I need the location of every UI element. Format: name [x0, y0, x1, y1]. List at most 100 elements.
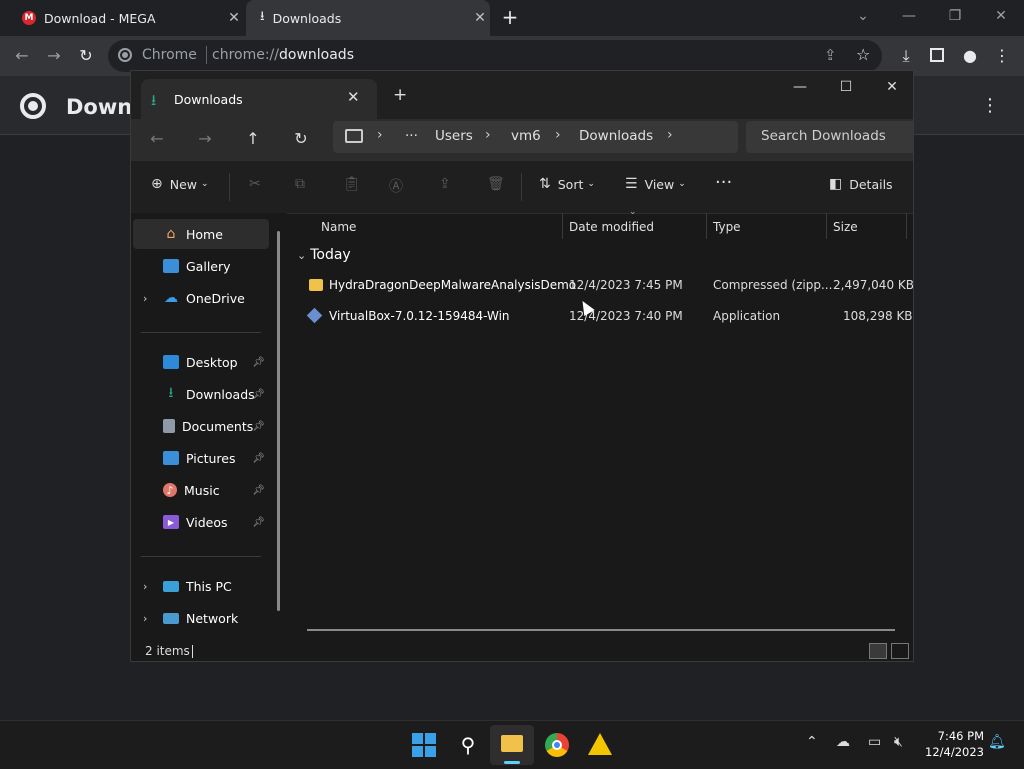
group-header-today[interactable]: ⌄ Today: [297, 247, 351, 263]
chevron-right-icon[interactable]: ›: [555, 127, 561, 143]
divider: [141, 556, 261, 557]
nav-item-onedrive[interactable]: › ☁ OneDrive: [133, 283, 269, 313]
file-size: 2,497,040 KB: [833, 278, 914, 292]
new-tab-button[interactable]: +: [498, 6, 522, 30]
new-tab-button[interactable]: +: [393, 85, 407, 105]
file-explorer-taskbar-button[interactable]: [490, 725, 534, 765]
reload-button[interactable]: ↻: [74, 44, 98, 68]
new-button[interactable]: ⊕ New ⌄: [151, 176, 209, 192]
cut-button[interactable]: ✂: [249, 176, 268, 192]
breadcrumb-downloads[interactable]: Downloads: [579, 128, 653, 144]
warning-app-icon[interactable]: [588, 733, 612, 757]
share-icon[interactable]: ⇪: [824, 46, 837, 64]
paste-button[interactable]: 📋︎: [343, 176, 368, 192]
up-button[interactable]: ↑: [241, 129, 265, 148]
breadcrumb-vm6[interactable]: vm6: [511, 128, 541, 144]
status-bar: 2 items: [131, 641, 913, 661]
nav-item-videos[interactable]: ▶ Videos 📌︎: [133, 507, 269, 537]
minimize-button[interactable]: —: [894, 4, 924, 28]
nav-item-this-pc[interactable]: › This PC: [133, 571, 269, 601]
explorer-tab-downloads[interactable]: ⭳ Downloads ✕: [141, 79, 377, 119]
chevron-right-icon[interactable]: ›: [143, 612, 147, 625]
close-icon[interactable]: ✕: [470, 10, 490, 26]
column-header-date-modified[interactable]: Date modified: [569, 213, 654, 241]
more-options-icon[interactable]: ···: [715, 172, 732, 193]
chevron-right-icon[interactable]: ›: [143, 580, 147, 593]
pin-icon: 📌︎: [252, 516, 265, 528]
address-bar[interactable]: Chrome chrome://downloads ⇪ ☆: [108, 40, 882, 72]
side-panel-icon[interactable]: [930, 48, 944, 62]
tiles-view-button[interactable]: [891, 643, 909, 659]
nav-item-documents[interactable]: Documents 📌︎: [133, 411, 269, 441]
tab-downloads[interactable]: ⭳ Downloads ✕: [246, 0, 490, 36]
tray-chevron-up-icon[interactable]: ⌃: [806, 734, 818, 750]
refresh-button[interactable]: ↻: [289, 129, 313, 148]
nav-item-desktop[interactable]: Desktop 📌︎: [133, 347, 269, 377]
menu-icon[interactable]: ⋮: [990, 44, 1014, 68]
profile-icon[interactable]: ●: [958, 44, 982, 68]
sort-button[interactable]: ⇅ Sort ⌄: [539, 176, 595, 192]
close-icon[interactable]: ✕: [347, 88, 360, 106]
notification-bell-icon[interactable]: 🔔︎: [988, 734, 1006, 750]
tab-search-icon[interactable]: ⌄: [848, 4, 878, 28]
close-button[interactable]: ✕: [877, 79, 907, 95]
search-input[interactable]: Search Downloads: [746, 121, 913, 153]
windows-start-icon[interactable]: [412, 733, 436, 757]
nav-scrollbar[interactable]: [277, 231, 280, 611]
nav-label: OneDrive: [186, 290, 245, 306]
nav-item-gallery[interactable]: Gallery: [133, 251, 269, 281]
maximize-button[interactable]: ☐: [831, 79, 861, 95]
nav-item-network[interactable]: › Network: [133, 603, 269, 633]
overflow-icon[interactable]: ···: [405, 128, 418, 144]
file-size: 108,298 KB: [843, 309, 913, 323]
clock-date[interactable]: 12/4/2023: [925, 745, 984, 759]
minimize-button[interactable]: —: [785, 79, 815, 95]
forward-button[interactable]: →: [42, 44, 66, 68]
chevron-right-icon[interactable]: ›: [377, 127, 383, 143]
restore-button[interactable]: ❐: [940, 4, 970, 28]
details-view-button[interactable]: [869, 643, 887, 659]
bookmark-star-icon[interactable]: ☆: [856, 45, 870, 64]
back-button[interactable]: ←: [10, 44, 34, 68]
column-header-name[interactable]: Name: [321, 213, 356, 241]
share-button[interactable]: ⇪: [439, 176, 458, 192]
back-button[interactable]: ←: [145, 129, 169, 148]
details-button[interactable]: ◧ Details: [829, 176, 893, 192]
nav-item-home[interactable]: ⌂ Home: [133, 219, 269, 249]
sort-icon: ⇅: [539, 176, 551, 192]
chrome-taskbar-icon[interactable]: [545, 733, 569, 757]
chevron-right-icon[interactable]: ›: [143, 292, 147, 305]
chevron-right-icon[interactable]: ›: [667, 127, 673, 143]
column-divider[interactable]: [706, 213, 707, 239]
close-icon[interactable]: ✕: [224, 10, 244, 26]
copy-button[interactable]: ⧉: [295, 176, 312, 192]
clock-time[interactable]: 7:46 PM: [938, 729, 984, 743]
tab-download-mega[interactable]: M Download - MEGA ✕: [8, 0, 244, 36]
column-divider[interactable]: [906, 213, 907, 239]
column-header-type[interactable]: Type: [713, 213, 741, 241]
onedrive-tray-icon[interactable]: ☁: [836, 734, 850, 750]
horizontal-scrollbar[interactable]: [307, 629, 895, 631]
volume-muted-icon[interactable]: 🔇︎: [894, 734, 903, 750]
chevron-right-icon[interactable]: ›: [485, 127, 491, 143]
delete-button[interactable]: 🗑︎: [487, 176, 512, 192]
forward-button[interactable]: →: [193, 129, 217, 148]
pin-icon: 📌︎: [252, 388, 265, 400]
column-divider[interactable]: [826, 213, 827, 239]
column-header-size[interactable]: Size: [833, 213, 858, 241]
explorer-address-bar[interactable]: › ··· Users › vm6 › Downloads ›: [333, 121, 738, 153]
table-row[interactable]: HydraDragonDeepMalwareAnalysisDemo 12/4/…: [301, 271, 913, 301]
page-menu-icon[interactable]: ⋮: [980, 95, 1000, 116]
search-icon[interactable]: ⚲: [456, 733, 480, 757]
nav-item-downloads[interactable]: ⭳ Downloads 📌︎: [133, 379, 269, 409]
nav-item-music[interactable]: ♪ Music 📌︎: [133, 475, 269, 505]
nav-item-pictures[interactable]: Pictures 📌︎: [133, 443, 269, 473]
network-tray-icon[interactable]: ▭: [868, 734, 881, 750]
column-divider[interactable]: [562, 213, 563, 239]
breadcrumb-users[interactable]: Users: [435, 128, 473, 144]
rename-button[interactable]: Ⓐ: [389, 176, 410, 196]
downloads-icon[interactable]: ⤓: [894, 44, 918, 68]
table-row[interactable]: VirtualBox-7.0.12-159484-Win 12/4/2023 7…: [301, 302, 913, 332]
close-button[interactable]: ✕: [986, 4, 1016, 28]
view-button[interactable]: ☰ View ⌄: [625, 176, 686, 192]
